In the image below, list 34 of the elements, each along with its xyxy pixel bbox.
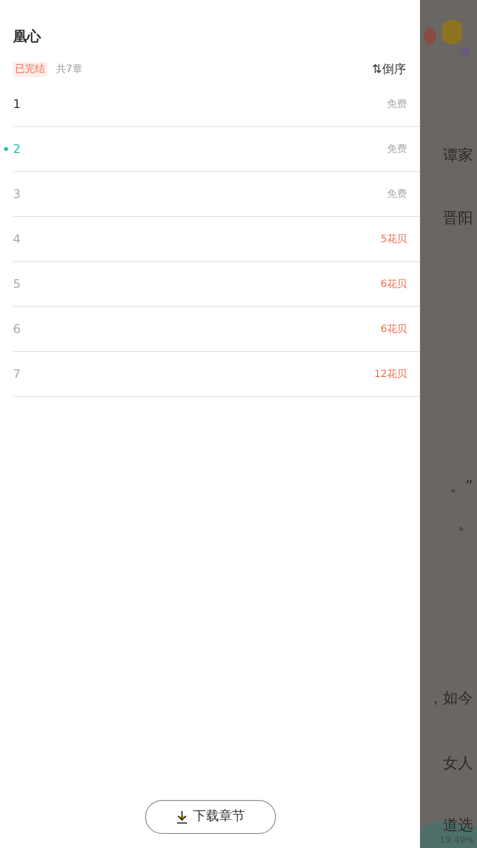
download-icon: [175, 810, 189, 824]
chapter-row[interactable]: 6 6花贝: [13, 307, 420, 352]
chapter-price: 免费: [387, 142, 407, 156]
chapter-row[interactable]: 1 免费: [13, 82, 420, 127]
chapter-row[interactable]: 5 6花贝: [13, 262, 420, 307]
page-text: 道选: [442, 815, 474, 835]
status-badge: 已完结: [13, 62, 47, 76]
page-text: 。”: [449, 476, 474, 496]
chapter-number: 1: [13, 96, 21, 113]
page-text: 女人: [442, 753, 474, 773]
chapter-row[interactable]: 7 12花贝: [13, 352, 420, 397]
chapter-number: 3: [13, 186, 21, 203]
page-text: 。: [457, 514, 474, 534]
chapter-row[interactable]: 4 5花贝: [13, 217, 420, 262]
page-text: 晋阳: [442, 208, 474, 228]
chapter-count: 共7章: [56, 62, 82, 76]
book-title: 凰心: [13, 29, 41, 45]
page-text: ，如今: [427, 688, 474, 708]
chapter-number: 5: [13, 276, 21, 293]
chapter-price: 12花贝: [374, 368, 407, 382]
chapter-row[interactable]: 2 免费: [13, 127, 420, 172]
chapter-number: 7: [13, 366, 21, 383]
chapter-price: 6花贝: [380, 278, 407, 292]
chapter-price: 免费: [387, 188, 407, 202]
sort-button[interactable]: ⇅倒序: [372, 60, 406, 78]
chapter-number: 6: [13, 321, 21, 338]
chapter-number: 2: [13, 141, 21, 158]
chapter-row[interactable]: 3 免费: [13, 172, 420, 217]
download-button[interactable]: 下载章节: [144, 800, 276, 834]
chapter-price: 免费: [387, 98, 407, 112]
chapter-number: 4: [13, 231, 21, 248]
page-text: 谭家: [442, 145, 474, 165]
chapter-price: 5花贝: [380, 232, 407, 246]
chapter-price: 6花贝: [380, 322, 407, 336]
